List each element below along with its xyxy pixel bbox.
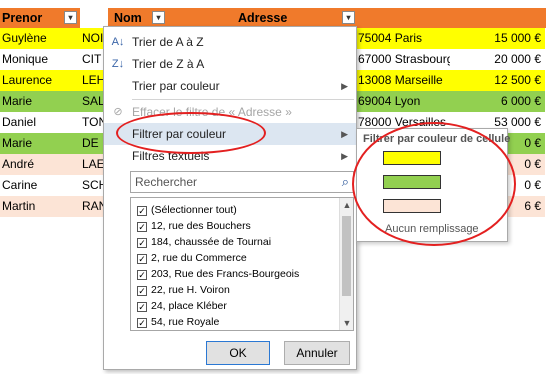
list-item-label: 203, Rue des Francs-Bourgeois: [151, 268, 300, 280]
header-adresse-label: Adresse: [238, 11, 288, 25]
clear-filter-icon: ⊘: [113, 106, 123, 118]
list-item-label: (Sélectionner tout): [151, 204, 237, 216]
list-item-label: 22, rue H. Voiron: [151, 284, 230, 296]
list-item-label: 2, rue du Commerce: [151, 252, 247, 264]
checkbox-checked-icon[interactable]: ✓: [137, 254, 147, 264]
filter-dropdown-icon[interactable]: ▾: [64, 11, 77, 24]
checkbox-checked-icon[interactable]: ✓: [137, 302, 147, 312]
cancel-button[interactable]: Annuler: [284, 341, 350, 365]
header-nom-label: Nom: [114, 11, 142, 25]
list-item[interactable]: ✓ 24, place Kléber: [137, 298, 227, 314]
cell-prenom[interactable]: Marie: [0, 133, 80, 154]
list-item-label: 12, rue des Bouchers: [151, 220, 251, 232]
scroll-down-icon[interactable]: ▼: [340, 318, 353, 328]
autofilter-menu: A↓ Trier de A à Z Z↓ Trier de Z à A Trie…: [103, 26, 357, 370]
cell-montant[interactable]: 12 500 €: [450, 70, 545, 91]
checkbox-checked-icon[interactable]: ✓: [137, 270, 147, 280]
scroll-thumb[interactable]: [342, 216, 351, 296]
cell-montant[interactable]: 20 000 €: [450, 49, 545, 70]
checkbox-checked-icon[interactable]: ✓: [137, 222, 147, 232]
list-item[interactable]: ✓ 12, rue des Bouchers: [137, 218, 251, 234]
list-item-label: 24, place Kléber: [151, 300, 227, 312]
filter-dropdown-icon[interactable]: ▾: [152, 11, 165, 24]
header-prenom: Prenor ▾: [0, 8, 80, 28]
ok-button[interactable]: OK: [206, 341, 270, 365]
search-input[interactable]: Rechercher ⌕: [130, 171, 354, 193]
submenu-arrow-icon: ▶: [341, 151, 348, 161]
scroll-up-icon[interactable]: ▲: [340, 200, 353, 210]
cell-prenom[interactable]: Guylène: [0, 28, 80, 49]
highlight-ellipse: [352, 122, 516, 246]
checkbox-checked-icon[interactable]: ✓: [137, 318, 147, 328]
values-list: ✓ (Sélectionner tout) ✓ 12, rue des Boucher…: [130, 197, 354, 331]
checkbox-checked-icon[interactable]: ✓: [137, 286, 147, 296]
sort-descending-icon: Z↓: [111, 58, 125, 70]
cell-prenom[interactable]: Carine: [0, 175, 80, 196]
header-prenom-label: Prenor: [2, 11, 43, 25]
sort-az-label: Trier de A à Z: [132, 35, 204, 49]
sort-az-item[interactable]: A↓ Trier de A à Z: [104, 31, 356, 53]
sort-by-color-item[interactable]: Trier par couleur ▶: [104, 75, 356, 97]
submenu-arrow-icon: ▶: [341, 81, 348, 91]
list-item[interactable]: ✓ 54, rue Royale: [137, 314, 219, 330]
search-placeholder: Rechercher: [135, 175, 198, 189]
header-nom: Nom ▾ Adresse ▾: [108, 8, 356, 28]
cell-prenom[interactable]: Monique: [0, 49, 80, 70]
submenu-arrow-icon: ▶: [341, 129, 348, 139]
sort-ascending-icon: A↓: [111, 36, 125, 48]
sort-za-label: Trier de Z à A: [132, 57, 205, 71]
list-item[interactable]: ✓ 2, rue du Commerce: [137, 250, 247, 266]
cell-prenom[interactable]: Martin: [0, 196, 80, 217]
search-icon[interactable]: ⌕: [342, 172, 349, 192]
cell-montant[interactable]: 6 000 €: [450, 91, 545, 112]
header-extra: [356, 8, 546, 28]
cell-montant[interactable]: 15 000 €: [450, 28, 545, 49]
cell-prenom[interactable]: Laurence: [0, 70, 80, 91]
sort-by-color-label: Trier par couleur: [132, 79, 220, 93]
list-scrollbar[interactable]: ▲ ▼: [339, 198, 353, 330]
list-item-label: 54, rue Royale: [151, 316, 220, 328]
list-item[interactable]: ✓ (Sélectionner tout): [137, 202, 237, 218]
checkbox-checked-icon[interactable]: ✓: [137, 238, 147, 248]
list-item[interactable]: ✓ 184, chaussée de Tournai: [137, 234, 271, 250]
highlight-ellipse: [116, 112, 266, 154]
sort-za-item[interactable]: Z↓ Trier de Z à A: [104, 53, 356, 75]
filter-dropdown-icon-active[interactable]: ▾: [342, 11, 355, 24]
cell-prenom[interactable]: Marie: [0, 91, 80, 112]
cell-prenom[interactable]: Daniel: [0, 112, 80, 133]
cell-prenom[interactable]: André: [0, 154, 80, 175]
list-item[interactable]: ✓ 203, Rue des Francs-Bourgeois: [137, 266, 299, 282]
list-item[interactable]: ✓ 22, rue H. Voiron: [137, 282, 230, 298]
checkbox-checked-icon[interactable]: ✓: [137, 206, 147, 216]
list-item-label: 184, chaussée de Tournai: [151, 236, 272, 248]
menu-divider: [132, 99, 354, 100]
